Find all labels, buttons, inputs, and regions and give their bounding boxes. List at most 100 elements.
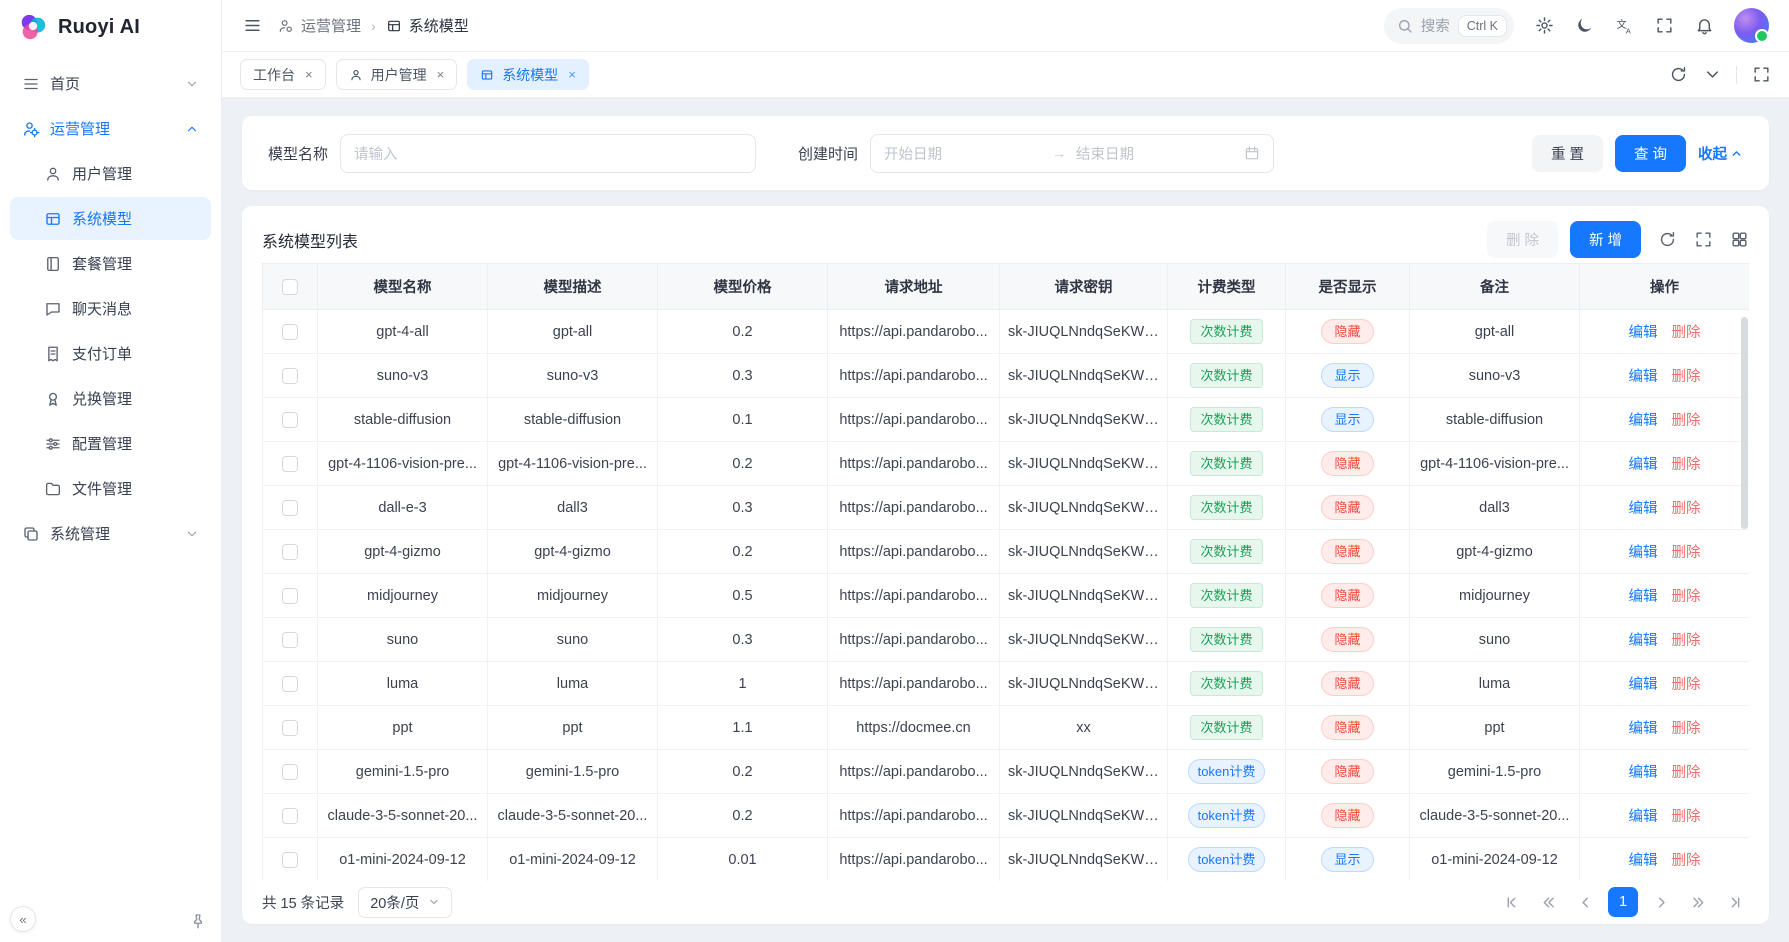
- row-delete-link[interactable]: 删除: [1672, 721, 1701, 737]
- edit-link[interactable]: 编辑: [1629, 545, 1658, 561]
- close-icon[interactable]: ×: [305, 67, 313, 82]
- hamburger-icon[interactable]: [242, 16, 262, 36]
- delete-button[interactable]: 删 除: [1487, 221, 1558, 258]
- edit-link[interactable]: 编辑: [1629, 677, 1658, 693]
- date-range-input[interactable]: 开始日期 → 结束日期: [870, 134, 1274, 173]
- row-delete-link[interactable]: 删除: [1672, 809, 1701, 825]
- row-checkbox[interactable]: [282, 324, 298, 340]
- sidebar-item-home[interactable]: 首页: [10, 62, 211, 105]
- chevron-down-icon[interactable]: [1702, 65, 1722, 85]
- tab-system-model[interactable]: 系统模型 ×: [467, 59, 589, 90]
- dark-mode-icon[interactable]: [1574, 16, 1594, 36]
- row-delete-link[interactable]: 删除: [1672, 765, 1701, 781]
- edit-link[interactable]: 编辑: [1629, 413, 1658, 429]
- breadcrumb-system-model[interactable]: 系统模型: [386, 15, 469, 36]
- refresh-table-icon[interactable]: [1657, 230, 1677, 250]
- edit-link[interactable]: 编辑: [1629, 369, 1658, 385]
- row-checkbox[interactable]: [282, 676, 298, 692]
- cell-visibility: 隐藏: [1286, 618, 1410, 662]
- sidebar-item-system-management[interactable]: 系统管理: [10, 512, 211, 555]
- fast-backward-button[interactable]: [1534, 888, 1562, 916]
- app-root: Ruoyi AI 首页 运营管理 用户管理: [0, 0, 1789, 942]
- row-delete-link[interactable]: 删除: [1672, 413, 1701, 429]
- column-settings-icon[interactable]: [1729, 230, 1749, 250]
- cell-request-key: sk-JIUQLNndqSeKWU...: [1000, 794, 1168, 838]
- row-delete-link[interactable]: 删除: [1672, 545, 1701, 561]
- row-checkbox[interactable]: [282, 720, 298, 736]
- sidebar-item-payment-orders[interactable]: 支付订单: [10, 332, 211, 375]
- edit-link[interactable]: 编辑: [1629, 457, 1658, 473]
- row-checkbox[interactable]: [282, 544, 298, 560]
- pin-icon[interactable]: [189, 912, 207, 930]
- row-delete-link[interactable]: 删除: [1672, 633, 1701, 649]
- page-number-1[interactable]: 1: [1608, 887, 1638, 917]
- sidebar-item-system-model[interactable]: 系统模型: [10, 197, 211, 240]
- edit-link[interactable]: 编辑: [1629, 765, 1658, 781]
- sidebar-item-operations[interactable]: 运营管理: [10, 107, 211, 150]
- row-checkbox[interactable]: [282, 808, 298, 824]
- row-checkbox[interactable]: [282, 588, 298, 604]
- edit-link[interactable]: 编辑: [1629, 853, 1658, 869]
- edit-link[interactable]: 编辑: [1629, 325, 1658, 341]
- row-checkbox[interactable]: [282, 412, 298, 428]
- collapse-filter-link[interactable]: 收起: [1698, 143, 1743, 164]
- table-row: lumaluma1https://api.pandarobo...sk-JIUQ…: [263, 662, 1750, 706]
- edit-link[interactable]: 编辑: [1629, 809, 1658, 825]
- row-delete-link[interactable]: 删除: [1672, 501, 1701, 517]
- add-button[interactable]: 新 增: [1570, 221, 1641, 258]
- settings-icon[interactable]: [1534, 16, 1554, 36]
- row-delete-link[interactable]: 删除: [1672, 457, 1701, 473]
- edit-link[interactable]: 编辑: [1629, 721, 1658, 737]
- row-checkbox[interactable]: [282, 764, 298, 780]
- cell-request-key: sk-JIUQLNndqSeKWU...: [1000, 750, 1168, 794]
- close-icon[interactable]: ×: [437, 67, 445, 82]
- page-size-select[interactable]: 20条/页: [358, 887, 452, 918]
- tab-user-management[interactable]: 用户管理 ×: [336, 59, 458, 90]
- row-delete-link[interactable]: 删除: [1672, 589, 1701, 605]
- row-checkbox[interactable]: [282, 632, 298, 648]
- edit-link[interactable]: 编辑: [1629, 501, 1658, 517]
- sidebar-item-chat-messages[interactable]: 聊天消息: [10, 287, 211, 330]
- sidebar-item-file-management[interactable]: 文件管理: [10, 467, 211, 510]
- row-checkbox[interactable]: [282, 852, 298, 868]
- row-delete-link[interactable]: 删除: [1672, 853, 1701, 869]
- avatar[interactable]: [1734, 8, 1769, 43]
- sidebar-collapse-button[interactable]: «: [10, 906, 36, 932]
- fast-forward-button[interactable]: [1684, 888, 1712, 916]
- refresh-icon[interactable]: [1668, 65, 1688, 85]
- table-scrollbar[interactable]: [1741, 317, 1748, 529]
- prev-page-button[interactable]: [1571, 888, 1599, 916]
- select-all-checkbox[interactable]: [282, 279, 298, 295]
- sidebar-item-config-management[interactable]: 配置管理: [10, 422, 211, 465]
- language-icon[interactable]: 文A: [1614, 16, 1634, 36]
- model-name-input[interactable]: 请输入: [340, 134, 756, 173]
- last-page-button[interactable]: [1721, 888, 1749, 916]
- query-button[interactable]: 查 询: [1615, 135, 1686, 172]
- cell-request-url: https://api.pandarobo...: [828, 398, 1000, 442]
- next-page-button[interactable]: [1647, 888, 1675, 916]
- maximize-icon[interactable]: [1751, 65, 1771, 85]
- notification-icon[interactable]: [1694, 16, 1714, 36]
- cell-operations: 编辑删除: [1580, 442, 1750, 486]
- app-logo[interactable]: Ruoyi AI: [0, 0, 221, 54]
- fullscreen-icon[interactable]: [1654, 16, 1674, 36]
- close-icon[interactable]: ×: [568, 67, 576, 82]
- edit-link[interactable]: 编辑: [1629, 589, 1658, 605]
- row-checkbox[interactable]: [282, 456, 298, 472]
- row-delete-link[interactable]: 删除: [1672, 325, 1701, 341]
- column-header: 模型描述: [488, 264, 658, 310]
- breadcrumb-operations[interactable]: 运营管理: [278, 15, 361, 36]
- sidebar-item-user-management[interactable]: 用户管理: [10, 152, 211, 195]
- search-input[interactable]: 搜索 Ctrl K: [1384, 8, 1514, 44]
- edit-link[interactable]: 编辑: [1629, 633, 1658, 649]
- row-checkbox[interactable]: [282, 500, 298, 516]
- sidebar-item-package-management[interactable]: 套餐管理: [10, 242, 211, 285]
- row-delete-link[interactable]: 删除: [1672, 369, 1701, 385]
- first-page-button[interactable]: [1497, 888, 1525, 916]
- expand-table-icon[interactable]: [1693, 230, 1713, 250]
- row-checkbox[interactable]: [282, 368, 298, 384]
- sidebar-item-exchange-management[interactable]: 兑换管理: [10, 377, 211, 420]
- tab-workbench[interactable]: 工作台 ×: [240, 59, 326, 90]
- row-delete-link[interactable]: 删除: [1672, 677, 1701, 693]
- reset-button[interactable]: 重 置: [1532, 135, 1603, 172]
